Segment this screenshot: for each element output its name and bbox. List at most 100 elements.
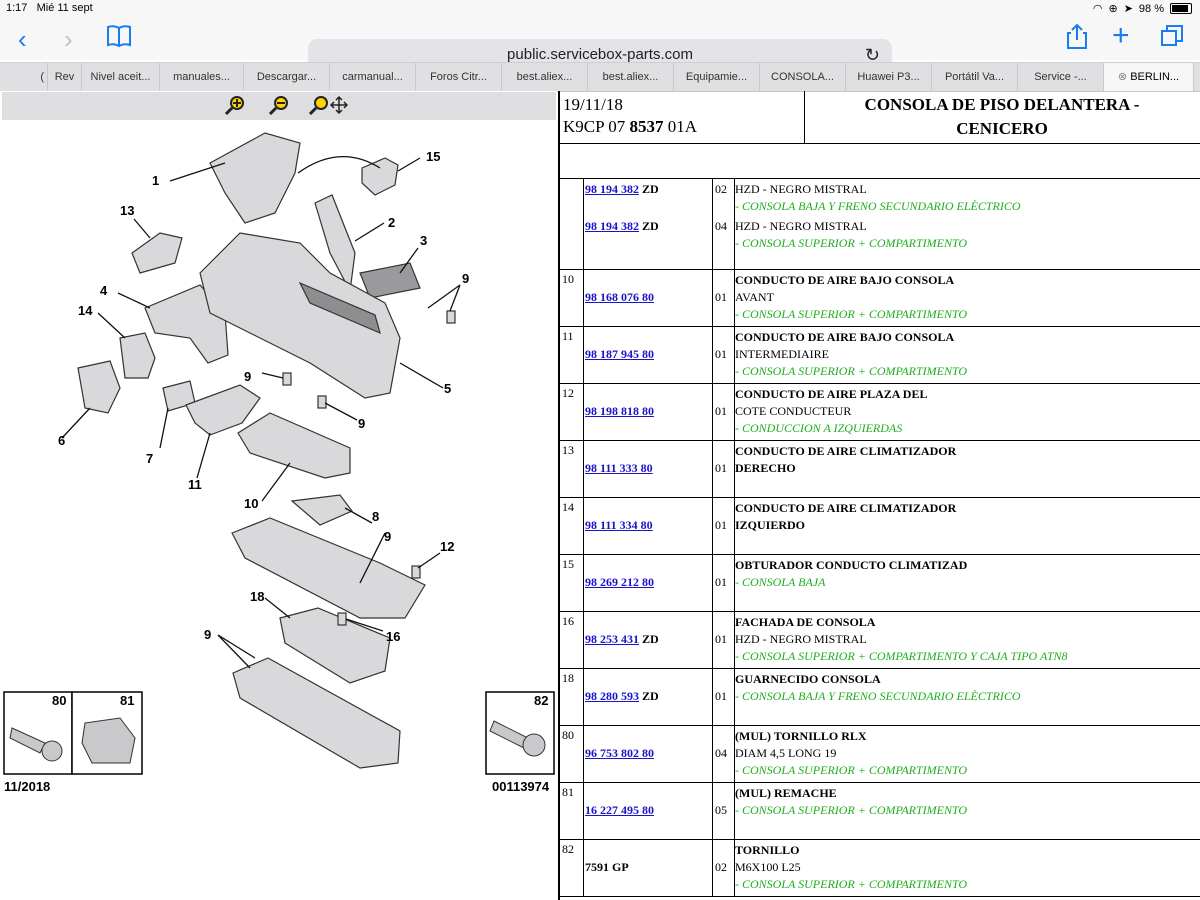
- part-14-shape: [77, 360, 121, 414]
- tab-4[interactable]: Descargar...: [244, 63, 330, 91]
- table-row: 82 7591 GP 02 TORNILLO M6X100 L25 - CONSOLA S…: [560, 840, 1200, 897]
- share-icon[interactable]: [1066, 23, 1088, 54]
- clip-9-e: [337, 612, 347, 626]
- part-number-link[interactable]: 98 269 212 80: [585, 575, 654, 589]
- part-number-link[interactable]: 98 198 818 80: [585, 404, 654, 418]
- part-number-link[interactable]: 16 227 495 80: [585, 803, 654, 817]
- callout-2: 9: [384, 529, 391, 544]
- pan-zoom-icon[interactable]: [308, 94, 349, 121]
- ref-cell: 16: [560, 612, 584, 668]
- clip-9-a: [282, 372, 292, 386]
- callout-10: 10: [244, 496, 258, 511]
- ref-cell: 15: [560, 555, 584, 611]
- part-13-shape: [119, 332, 156, 379]
- tab-active[interactable]: ⊗ BERLIN...: [1104, 63, 1194, 91]
- svg-text:80: 80: [52, 693, 66, 708]
- tab-0[interactable]: (: [0, 63, 48, 91]
- table-row: 14 98 111 334 80 01 CONDUCTO DE AIRE CLIMAT…: [560, 498, 1200, 555]
- part-number-link[interactable]: 98 194 382: [585, 182, 639, 196]
- part-description: (MUL) TORNILLO RLX: [735, 729, 867, 743]
- part-detail: COTE CONDUCTEUR: [735, 404, 852, 418]
- part-number: 98 194 382 ZD: [585, 219, 659, 234]
- tab-3[interactable]: manuales...: [160, 63, 244, 91]
- application-note: - CONSOLA SUPERIOR + COMPARTIMENTO: [735, 236, 968, 250]
- tab-11[interactable]: Huawei P3...: [846, 63, 932, 91]
- page-title: CONSOLA DE PISO DELANTERA - CENICERO: [864, 95, 1140, 138]
- table-row: 16 98 253 431 ZD 01 FACHADA DE CONSOLA HZD -…: [560, 612, 1200, 669]
- part-description: GUARNECIDO CONSOLA: [735, 672, 881, 686]
- callout-12: 13: [120, 203, 134, 218]
- tab-12[interactable]: Portátil Va...: [932, 63, 1018, 91]
- part-16-shape: [361, 157, 399, 196]
- quantity-cell: 02: [712, 840, 735, 896]
- tab-9[interactable]: Equipamie...: [674, 63, 760, 91]
- orientation-lock-icon: ⊕: [1108, 3, 1118, 15]
- tab-2[interactable]: Nivel aceit...: [82, 63, 160, 91]
- part-number-link[interactable]: 98 111 333 80: [585, 461, 653, 475]
- callout-14: 6: [58, 433, 65, 448]
- browser-toolbar: ‹ › public.servicebox-parts.com ↻ +: [0, 18, 1200, 71]
- ref-cell: 81: [560, 783, 584, 839]
- part-number-cell: 98 187 945 80: [584, 327, 713, 383]
- part-number-link[interactable]: 96 753 802 80: [585, 746, 654, 760]
- part-description: CONDUCTO DE AIRE BAJO CONSOLA: [735, 330, 955, 344]
- part-number: 98 198 818 80: [585, 404, 654, 419]
- header-date: 19/11/18: [563, 95, 623, 114]
- callout-9-low: 9: [358, 416, 365, 431]
- callout-9-mid: 9: [244, 369, 251, 384]
- tab-1[interactable]: Rev: [48, 63, 82, 91]
- tab-8[interactable]: best.aliex...: [588, 63, 674, 91]
- tab-13[interactable]: Service -...: [1018, 63, 1104, 91]
- status-bar: 1:17 Mié 11 sept ◠ ⊕ ➤ 98 %: [0, 0, 1200, 18]
- zoom-out-icon[interactable]: [268, 94, 290, 121]
- ref-cell: 82: [560, 840, 584, 896]
- ref-cell: 18: [560, 669, 584, 725]
- tab-7[interactable]: best.aliex...: [502, 63, 588, 91]
- part-7-shape: [359, 262, 421, 299]
- back-icon[interactable]: ‹: [18, 26, 27, 52]
- diagram-pane: 15 1 2 3 13 4 14 9 9 5 9 6 7 11 10 8 9 1…: [0, 91, 557, 900]
- part-description: CONDUCTO DE AIRE PLAZA DEL: [735, 387, 928, 401]
- forward-icon[interactable]: ›: [64, 26, 73, 52]
- part-number: 16 227 495 80: [585, 803, 654, 818]
- part-number-cell: 98 194 382 ZD 98 194 382 ZD: [584, 179, 713, 269]
- tab-10[interactable]: CONSOLA...: [760, 63, 846, 91]
- callout-3: 9: [204, 627, 211, 642]
- part-detail: HZD - NEGRO MISTRAL: [735, 182, 867, 196]
- ref-cell: 80: [560, 726, 584, 782]
- part-number: 98 280 593 ZD: [585, 689, 659, 704]
- callout-16: 15: [426, 149, 440, 164]
- part-suffix: ZD: [642, 689, 659, 703]
- part-number: 7591 GP: [585, 860, 629, 875]
- part-number: 98 253 431 ZD: [585, 632, 659, 647]
- part-number-link[interactable]: 98 194 382: [585, 219, 639, 233]
- part-number-link[interactable]: 98 280 593: [585, 689, 639, 703]
- tab-6[interactable]: Foros Citr...: [416, 63, 502, 91]
- part-detail: DIAM 4,5 LONG 19: [735, 746, 837, 760]
- part-description: OBTURADOR CONDUCTO CLIMATIZAD: [735, 558, 968, 572]
- table-row: 11 98 187 945 80 01 CONDUCTO DE AIRE BAJO C…: [560, 327, 1200, 384]
- svg-text:81: 81: [120, 693, 134, 708]
- new-tab-icon[interactable]: +: [1112, 21, 1130, 51]
- close-tab-icon[interactable]: ⊗: [1118, 71, 1127, 83]
- quantity: 01: [715, 575, 727, 589]
- part-number-link[interactable]: 98 187 945 80: [585, 347, 654, 361]
- tabs-overview-icon[interactable]: [1160, 24, 1184, 52]
- blank-row: [560, 144, 1200, 179]
- zoom-toolbar: [2, 92, 556, 120]
- location-icon: ➤: [1123, 3, 1133, 15]
- tab-5[interactable]: carmanual...: [330, 63, 416, 91]
- part-number-link[interactable]: 98 111 334 80: [585, 518, 653, 532]
- part-number-cell: 96 753 802 80: [584, 726, 713, 782]
- zoom-in-icon[interactable]: [224, 94, 246, 121]
- svg-text:82: 82: [534, 693, 548, 708]
- bookmarks-icon[interactable]: [106, 24, 132, 52]
- quantity: 05: [715, 803, 727, 817]
- application-note: - CONSOLA SUPERIOR + COMPARTIMENTO Y CAJ…: [735, 649, 1068, 663]
- part-number-cell: 98 253 431 ZD: [584, 612, 713, 668]
- url-text: public.servicebox-parts.com: [507, 46, 693, 63]
- quantity: 01: [715, 347, 727, 361]
- part-number-link[interactable]: 98 253 431: [585, 632, 639, 646]
- part-number-cell: 16 227 495 80: [584, 783, 713, 839]
- part-number-link[interactable]: 98 168 076 80: [585, 290, 654, 304]
